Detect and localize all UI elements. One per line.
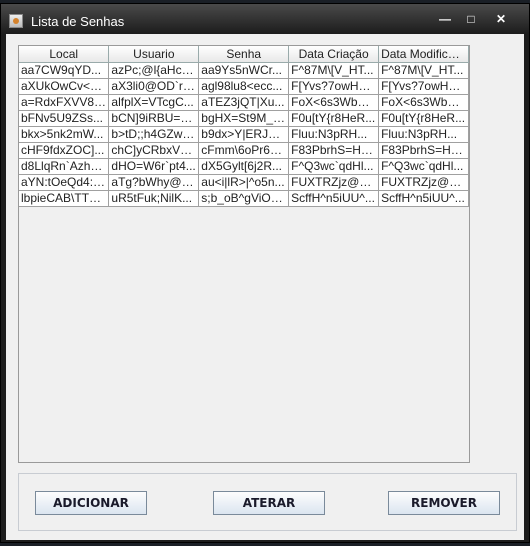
table-row[interactable]: bFNv5U9ZSs... bCN]9iRBU=F... bgHX=St9M_f..… (19, 110, 469, 127)
table-cell[interactable]: bkx>5nk2mW... (19, 126, 110, 143)
content-pane: Local Usuario Senha Data Criação Data Modifi… (6, 34, 524, 540)
table-cell[interactable]: Fluu:N3pRH... (288, 126, 380, 143)
table-cell[interactable]: aTEZ3jQT|Xu... (198, 94, 290, 111)
table-cell[interactable]: agl98lu8<ecc... (198, 78, 290, 95)
column-header[interactable]: Senha (198, 46, 290, 63)
table-row[interactable]: lbpieCAB\TTR... uR5tFuk;NilK... s;b_oB^gVi… (19, 190, 469, 207)
table-cell[interactable]: ScffH^n5iUU^... (288, 190, 380, 207)
table-cell[interactable]: F^Q3wc`qdHl... (288, 158, 380, 175)
table-cell[interactable]: cHF9fdxZOC]... (19, 142, 110, 159)
table-cell[interactable]: alfplX=VTcgC... (108, 94, 200, 111)
table-cell[interactable]: bFNv5U9ZSs... (19, 110, 110, 127)
column-header[interactable]: Local (19, 46, 110, 63)
window-title: Lista de Senhas (31, 14, 125, 29)
table-cell[interactable]: lbpieCAB\TTR... (19, 190, 110, 207)
table-cell[interactable]: F83PbrhS=Hu... (288, 142, 380, 159)
table-cell[interactable]: F83PbrhS=Hu... (378, 142, 469, 159)
table-cell[interactable]: aa9Ys5nWCr... (198, 62, 290, 79)
table-row[interactable]: aYN:tOeQd4:Y... aTg?bWhy@o... au<i|lR>|^o5… (19, 174, 469, 191)
table-cell[interactable]: F[Yvs?7owHX... (378, 78, 469, 95)
table-cell[interactable]: aX3li0@OD`rJ... (108, 78, 200, 95)
column-header[interactable]: Data Criação (288, 46, 380, 63)
table-cell[interactable]: bgHX=St9M_f... (198, 110, 290, 127)
table-cell[interactable]: aTg?bWhy@o... (108, 174, 200, 191)
passwords-table: Local Usuario Senha Data Criação Data Modifi… (19, 46, 469, 207)
table-cell[interactable]: F0u[tY{r8HeR... (378, 110, 469, 127)
table-cell[interactable]: aXUkOwCv<2... (19, 78, 110, 95)
table-cell[interactable]: F^87M\[V_HT... (288, 62, 380, 79)
table-cell[interactable]: aa7CW9qYD... (19, 62, 110, 79)
table-cell[interactable]: bCN]9iRBU=F... (108, 110, 200, 127)
table-scroll-pane[interactable]: Local Usuario Senha Data Criação Data Modifi… (18, 45, 470, 463)
table-cell[interactable]: FUXTRZjz@H... (378, 174, 469, 191)
maximize-button[interactable]: □ (458, 9, 484, 29)
table-cell[interactable]: d8LlqRn`AzhV... (19, 158, 110, 175)
close-button[interactable]: ✕ (484, 9, 518, 29)
edit-button[interactable]: ATERAR (213, 491, 325, 515)
table-cell[interactable]: Fluu:N3pRH... (378, 126, 469, 143)
table-cell[interactable]: F^Q3wc`qdHl... (378, 158, 469, 175)
table-cell[interactable]: s;b_oB^gViOg... (198, 190, 290, 207)
title-bar[interactable]: Lista de Senhas — □ ✕ (1, 4, 529, 35)
table-cell[interactable]: azPc;@l{aHcT... (108, 62, 200, 79)
remove-button[interactable]: REMOVER (388, 491, 500, 515)
button-panel: ADICIONAR ATERAR REMOVER (18, 473, 517, 531)
table-cell[interactable]: a=RdxFXVV8k... (19, 94, 110, 111)
table-row[interactable]: aXUkOwCv<2... aX3li0@OD`rJ... agl98lu8<ecc… (19, 78, 469, 95)
table-cell[interactable]: aYN:tOeQd4:Y... (19, 174, 110, 191)
table-row[interactable]: cHF9fdxZOC]... chC]yCRbxVK... cFmm\6oPr6h.… (19, 142, 469, 159)
table-row[interactable]: d8LlqRn`AzhV... dHO=W6r`pt4... dX5Gylt[6j2… (19, 158, 469, 175)
table-cell[interactable]: FoX<6s3WbH... (378, 94, 469, 111)
table-cell[interactable]: FUXTRZjz@H... (288, 174, 380, 191)
table-row[interactable]: bkx>5nk2mW... b>tD;;h4GZw<... b9dx>Y|ERJN.… (19, 126, 469, 143)
java-app-icon (9, 14, 23, 28)
table-cell[interactable]: cFmm\6oPr6h... (198, 142, 290, 159)
table-cell[interactable]: F[Yvs?7owHX... (288, 78, 380, 95)
table-cell[interactable]: b>tD;;h4GZw<... (108, 126, 200, 143)
app-window: Lista de Senhas — □ ✕ Local Usuario Senha D… (0, 3, 530, 543)
table-cell[interactable]: dHO=W6r`pt4... (108, 158, 200, 175)
table-cell[interactable]: F0u[tY{r8HeR... (288, 110, 380, 127)
table-cell[interactable]: uR5tFuk;NilK... (108, 190, 200, 207)
table-cell[interactable]: ScffH^n5iUU^... (378, 190, 469, 207)
table-cell[interactable]: dX5Gylt[6j2R... (198, 158, 290, 175)
column-header[interactable]: Data Modificaç... (378, 46, 469, 63)
table-cell[interactable]: b9dx>Y|ERJN... (198, 126, 290, 143)
minimize-button[interactable]: — (432, 9, 458, 29)
table-cell[interactable]: FoX<6s3WbH... (288, 94, 380, 111)
table-row[interactable]: aa7CW9qYD... azPc;@l{aHcT... aa9Ys5nWCr...… (19, 62, 469, 79)
table-row[interactable]: a=RdxFXVV8k... alfplX=VTcgC... aTEZ3jQT|Xu… (19, 94, 469, 111)
table-cell[interactable]: au<i|lR>|^o5n... (198, 174, 290, 191)
column-header[interactable]: Usuario (108, 46, 200, 63)
table-cell[interactable]: chC]yCRbxVK... (108, 142, 200, 159)
add-button[interactable]: ADICIONAR (35, 491, 147, 515)
table-cell[interactable]: F^87M\[V_HT... (378, 62, 469, 79)
